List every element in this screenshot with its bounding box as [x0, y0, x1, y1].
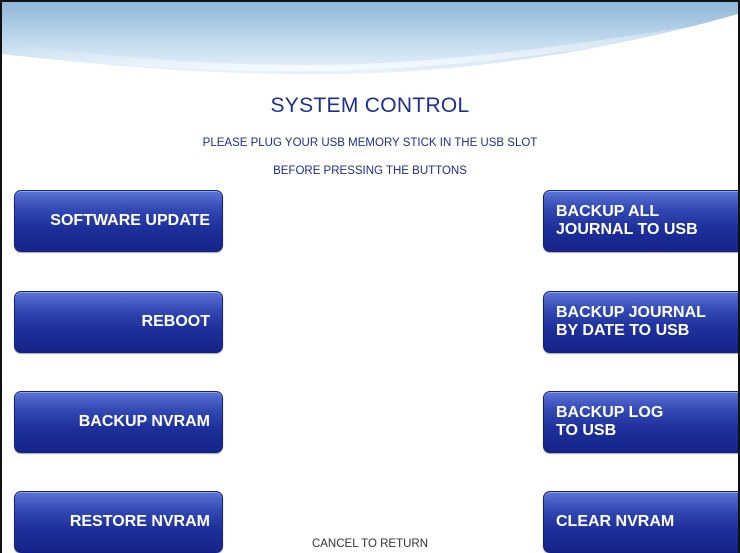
- backup-all-journal-button[interactable]: BACKUP ALL JOURNAL TO USB: [543, 190, 738, 252]
- backup-journal-by-date-label: BACKUP JOURNAL BY DATE TO USB: [556, 304, 706, 339]
- restore-nvram-label: RESTORE NVRAM: [69, 513, 210, 530]
- instruction-line-1: PLEASE PLUG YOUR USB MEMORY STICK IN THE…: [202, 137, 538, 149]
- reboot-button[interactable]: REBOOT: [14, 291, 223, 353]
- software-update-label: SOFTWARE UPDATE: [50, 212, 210, 229]
- page-title: SYSTEM CONTROL: [270, 94, 470, 117]
- software-update-button[interactable]: SOFTWARE UPDATE: [14, 190, 223, 252]
- cancel-to-return-text: CANCEL TO RETURN: [311, 538, 429, 550]
- clear-nvram-label: CLEAR NVRAM: [556, 513, 675, 530]
- backup-nvram-button[interactable]: BACKUP NVRAM: [14, 391, 223, 453]
- atm-screen: SYSTEM CONTROL PLEASE PLUG YOUR USB MEMO…: [0, 0, 740, 553]
- reboot-label: REBOOT: [141, 313, 210, 330]
- backup-all-journal-label: BACKUP ALL JOURNAL TO USB: [556, 203, 698, 238]
- backup-log-label: BACKUP LOG TO USB: [556, 404, 664, 439]
- backup-nvram-label: BACKUP NVRAM: [78, 413, 210, 430]
- backup-journal-by-date-button[interactable]: BACKUP JOURNAL BY DATE TO USB: [543, 291, 738, 353]
- header-wave-banner: [2, 2, 738, 75]
- backup-log-button[interactable]: BACKUP LOG TO USB: [543, 391, 738, 453]
- instruction-line-2: BEFORE PRESSING THE BUTTONS: [273, 165, 467, 177]
